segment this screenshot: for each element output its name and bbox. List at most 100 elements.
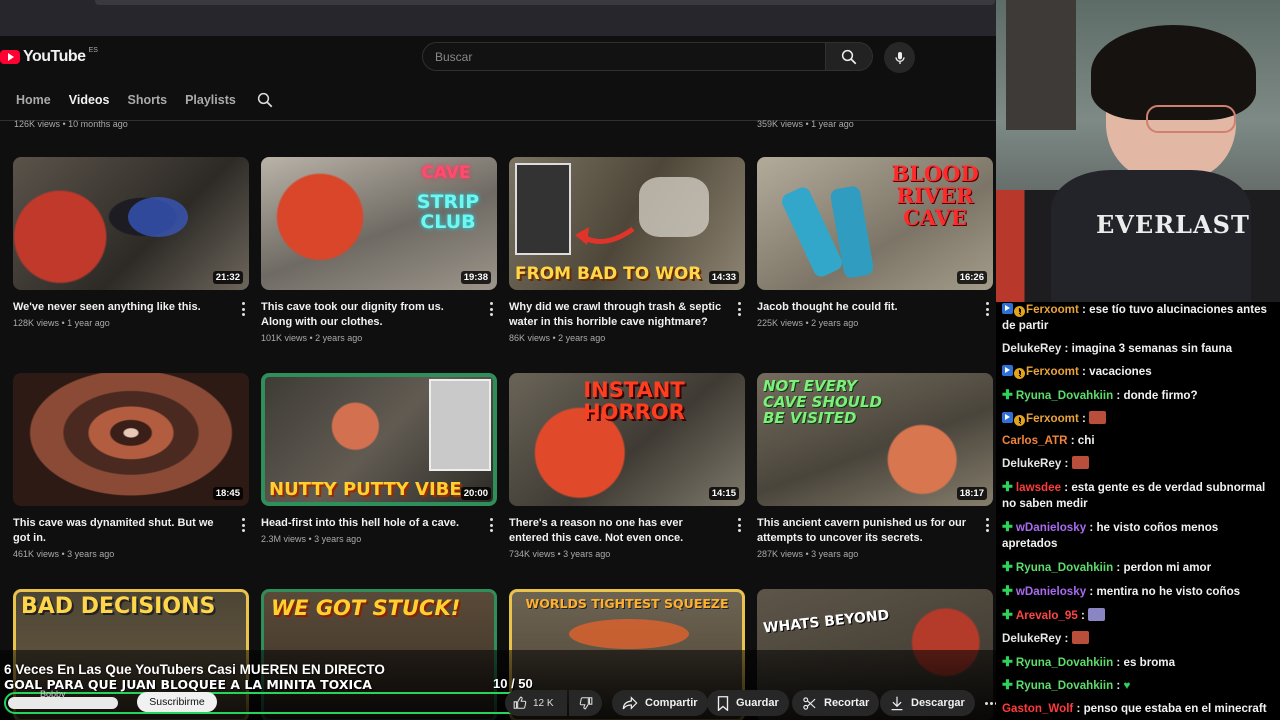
save-label: Guardar <box>736 697 779 709</box>
video-card[interactable]: 18:45 This cave was dynamited shut. But … <box>13 373 249 559</box>
channel-search-icon[interactable] <box>256 91 274 109</box>
chat-message: DelukeRey : <box>1002 630 1276 647</box>
chat-username[interactable]: DelukeRey <box>1002 457 1061 470</box>
chat-message: Gaston_Wolf : penso que estaba en el min… <box>1002 701 1276 717</box>
tab-home[interactable]: Home <box>16 93 51 107</box>
thumbnail-caption: CAVE <box>421 163 471 183</box>
video-thumbnail[interactable]: CAVE STRIP CLUB 19:38 <box>261 157 497 290</box>
clip-label: Recortar <box>824 697 870 709</box>
save-button[interactable]: Guardar <box>707 690 789 716</box>
video-card[interactable]: INSTANT HORROR 14:15 There's a reason no… <box>509 373 745 559</box>
video-meta: 128K views • 1 year ago <box>13 318 110 328</box>
plus-badge-icon: ✚ <box>1002 606 1013 622</box>
more-options-icon[interactable] <box>489 518 493 532</box>
search-input[interactable]: Buscar <box>422 42 826 71</box>
chat-text: : <box>1113 679 1124 693</box>
chat-message: ✚ lawsdee : esta gente es de verdad subno… <box>1002 479 1276 512</box>
download-button[interactable]: Descargar <box>880 690 975 716</box>
chat-username[interactable]: Ryuna_Dovahkiin <box>1016 656 1113 669</box>
video-thumbnail[interactable]: FROM BAD TO WOR 14:33 <box>509 157 745 290</box>
chat-message: ✚ Arevalo_95 : <box>1002 607 1276 624</box>
plus-badge-icon: ✚ <box>1002 677 1013 693</box>
more-options-icon[interactable] <box>985 518 989 532</box>
tab-playlists[interactable]: Playlists <box>185 93 236 107</box>
video-card[interactable]: NUTTY PUTTY VIBE 20:00 Head-first into t… <box>261 373 497 544</box>
tab-videos[interactable]: Videos <box>69 93 110 107</box>
clip-button[interactable]: Recortar <box>792 690 880 716</box>
subscribe-button[interactable]: Suscribirme <box>137 692 217 712</box>
chat-username[interactable]: DelukeRey <box>1002 632 1061 645</box>
video-title[interactable]: This ancient cavern punished us for our … <box>757 516 972 546</box>
video-thumbnail[interactable]: NOT EVERY CAVE SHOULD BE VISITED 18:17 <box>757 373 993 506</box>
more-options-icon[interactable] <box>737 302 741 316</box>
thumbnail-caption: INSTANT HORROR <box>583 378 685 425</box>
share-button[interactable]: Compartir <box>612 690 708 716</box>
webcam-feed: EVERLAST <box>996 0 1280 302</box>
chat-username[interactable]: Carlos_ATR <box>1002 434 1068 447</box>
video-thumbnail[interactable]: NUTTY PUTTY VIBE 20:00 <box>261 373 497 506</box>
chat-message: ✚ wDanielosky : mentira no he visto coños <box>1002 583 1276 600</box>
video-title[interactable]: There's a reason no one has ever entered… <box>509 516 724 546</box>
more-options-icon[interactable] <box>241 518 245 532</box>
thumbnail-caption: NOT EVERY CAVE SHOULD BE VISITED <box>763 377 882 427</box>
chat-username[interactable]: Ferxoomt <box>1026 365 1079 378</box>
search-icon <box>841 49 857 64</box>
thumbnail-caption: STRIP CLUB <box>416 191 480 233</box>
tab-shorts[interactable]: Shorts <box>128 93 168 107</box>
video-meta: 461K views • 3 years ago <box>13 549 115 559</box>
video-title[interactable]: This cave was dynamited shut. But we got… <box>13 516 228 546</box>
video-thumbnail[interactable]: INSTANT HORROR 14:15 <box>509 373 745 506</box>
chat-username[interactable]: Arevalo_95 <box>1016 609 1078 622</box>
video-thumbnail[interactable]: 18:45 <box>13 373 249 506</box>
video-title[interactable]: We've never seen anything like this. <box>13 300 228 315</box>
chat-username[interactable]: Ferxoomt <box>1026 412 1079 425</box>
video-title[interactable]: Why did we crawl through trash & septic … <box>509 300 724 330</box>
voice-search-button[interactable] <box>884 42 915 73</box>
video-title[interactable]: Head-first into this hell hole of a cave… <box>261 516 476 531</box>
more-options-icon[interactable] <box>241 302 245 316</box>
thumbnail-caption: BAD DECISIONS <box>21 594 216 619</box>
chat-text: : perdon mi amor <box>1113 561 1212 575</box>
chat-text: : <box>1061 457 1072 471</box>
dislike-button[interactable] <box>569 690 602 716</box>
plus-badge-icon: ✚ <box>1002 386 1013 402</box>
more-options-icon[interactable] <box>985 302 989 316</box>
video-title[interactable]: This cave took our dignity from us. Alon… <box>261 300 476 330</box>
chat-username[interactable]: Ferxoomt <box>1026 303 1079 316</box>
chat-username[interactable]: wDanielosky <box>1016 521 1086 534</box>
chat-username[interactable]: Ryuna_Dovahkiin <box>1016 679 1113 692</box>
plus-badge-icon: ✚ <box>1002 519 1013 535</box>
channel-name[interactable]: Bobby <box>40 689 66 699</box>
search-button[interactable] <box>825 42 873 71</box>
video-thumbnail[interactable]: 21:32 <box>13 157 249 290</box>
video-duration: 16:26 <box>956 271 987 284</box>
chat-username[interactable]: Ryuna_Dovahkiin <box>1016 561 1113 574</box>
more-options-icon[interactable] <box>737 518 741 532</box>
chat-username[interactable]: Ryuna_Dovahkiin <box>1016 389 1113 402</box>
share-icon <box>622 696 638 710</box>
like-button[interactable]: 12 K <box>505 690 567 716</box>
video-card[interactable]: FROM BAD TO WOR 14:33 Why did we crawl t… <box>509 157 745 343</box>
chat-text: : es broma <box>1113 655 1176 669</box>
video-card[interactable]: CAVE STRIP CLUB 19:38 This cave took our… <box>261 157 497 343</box>
video-thumbnail[interactable]: BLOOD RIVER CAVE 16:26 <box>757 157 993 290</box>
youtube-logo[interactable]: YouTube ES <box>0 47 98 66</box>
chat-username[interactable]: Gaston_Wolf <box>1002 702 1073 715</box>
plus-badge-icon: ✚ <box>1002 582 1013 598</box>
video-card[interactable]: NOT EVERY CAVE SHOULD BE VISITED 18:17 T… <box>757 373 993 559</box>
video-card[interactable]: 21:32 We've never seen anything like thi… <box>13 157 249 328</box>
prime-badge-icon <box>1002 364 1013 376</box>
more-options-icon[interactable] <box>489 302 493 316</box>
video-title[interactable]: Jacob thought he could fit. <box>757 300 972 315</box>
chat-username[interactable]: DelukeRey <box>1002 342 1061 355</box>
chat-text: : mentira no he visto coños <box>1086 584 1241 598</box>
chat-username[interactable]: wDanielosky <box>1016 585 1086 598</box>
chat-username[interactable]: lawsdee <box>1016 481 1061 494</box>
chat-text: : chi <box>1067 434 1095 448</box>
live-chat: ! Ferxoomt : ese tío tuvo alucinaciones a… <box>996 302 1280 720</box>
microphone-icon <box>894 51 905 64</box>
chat-message: ✚ wDanielosky : he visto coños menos apre… <box>1002 519 1276 552</box>
coin-badge-icon: ! <box>1014 306 1025 317</box>
chat-emote-icon <box>1071 456 1089 470</box>
video-card[interactable]: BLOOD RIVER CAVE 16:26 Jacob thought he … <box>757 157 993 328</box>
